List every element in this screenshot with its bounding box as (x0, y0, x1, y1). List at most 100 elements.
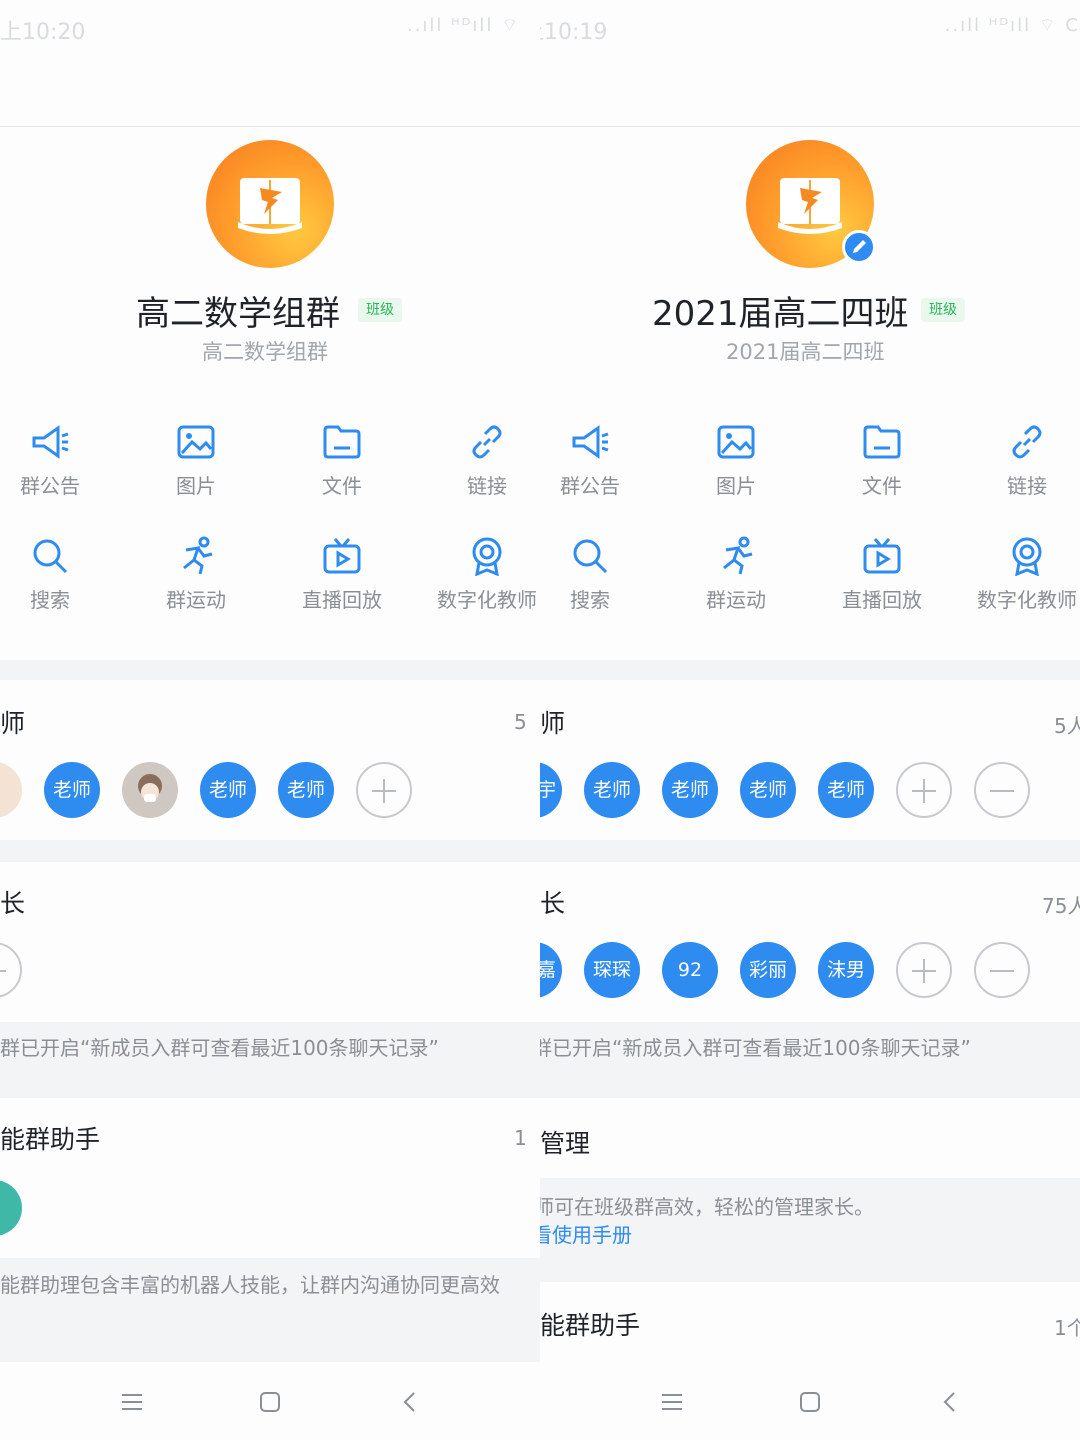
manage-section-title: 管理 (540, 1129, 591, 1158)
medal-icon (472, 537, 502, 576)
tool-search[interactable]: 搜索 (0, 536, 110, 613)
signal-icons: ..ıll ᴴᴰıll ⌔ C (944, 15, 1080, 36)
tool-label: 数字化教师 (437, 588, 537, 612)
member-avatar[interactable]: 老师 (740, 762, 796, 818)
home-icon[interactable] (792, 1384, 828, 1420)
manage-description: 师可在班级群高效，轻松的管理家长。 (540, 1195, 874, 1219)
tool-label: 文件 (862, 474, 902, 498)
assistant-count: 1 (514, 1126, 527, 1150)
tool-announcement[interactable]: 群公告 (0, 422, 110, 499)
parent-section (0, 862, 540, 1022)
tool-live-replay[interactable]: 直播回放 (282, 536, 402, 613)
group-settings-panel-left: 上10:20 ..ıll ᴴᴰıll ⌔ 高二数学组群 班级 高二数学组群 群公… (0, 0, 540, 1440)
status-bar: 上10:20 ..ıll ᴴᴰıll ⌔ (0, 0, 540, 58)
assistant-section-title: 能群助手 (0, 1125, 101, 1154)
image-icon (717, 425, 755, 459)
folder-icon (863, 425, 901, 459)
tool-group-sport[interactable]: 群运动 (136, 536, 256, 613)
status-bar: 上10:19 ..ıll ᴴᴰıll ⌔ C (540, 0, 1080, 58)
parent-count: 75人 (1042, 894, 1080, 918)
title-bar (540, 58, 1080, 127)
add-member-button[interactable] (896, 762, 952, 818)
group-name: 高二数学组群 (136, 294, 340, 334)
menu-icon[interactable] (654, 1384, 690, 1420)
megaphone-icon (32, 425, 69, 459)
member-avatar[interactable]: 老师 (662, 762, 718, 818)
class-tag: 班级 (921, 298, 965, 322)
tool-files[interactable]: 文件 (822, 422, 942, 499)
add-member-button[interactable] (356, 762, 412, 818)
tv-play-icon (863, 538, 901, 574)
group-name: 2021届高二四班 (652, 294, 909, 334)
tool-group-sport[interactable]: 群运动 (676, 536, 796, 613)
tool-digital-teacher[interactable]: 数字化教师 (967, 536, 1080, 613)
remove-member-button[interactable] (974, 942, 1030, 998)
tool-label: 图片 (176, 474, 216, 498)
title-bar (0, 58, 540, 127)
manage-section (540, 1098, 1080, 1178)
member-avatar-photo[interactable] (122, 762, 178, 818)
member-avatar[interactable]: 沫男 (818, 942, 874, 998)
pencil-icon (853, 240, 866, 253)
link-icon (1012, 425, 1042, 459)
group-subtitle: 2021届高二四班 (726, 340, 885, 364)
group-avatar[interactable] (206, 140, 334, 268)
teacher-section-title: 师 (540, 709, 566, 738)
edit-avatar-button[interactable] (842, 230, 876, 264)
medal-icon (1012, 537, 1042, 576)
megaphone-icon (572, 425, 609, 459)
tool-label: 搜索 (30, 588, 70, 612)
signal-icons: ..ıll ᴴᴰıll ⌔ (406, 15, 520, 36)
group-avatar[interactable] (746, 140, 876, 268)
manual-link[interactable]: 看使用手册 (540, 1220, 1080, 1250)
tool-files[interactable]: 文件 (282, 422, 402, 499)
remove-member-button[interactable] (974, 762, 1030, 818)
member-avatar[interactable]: 彩丽 (740, 942, 796, 998)
tool-label: 群运动 (166, 588, 226, 612)
assistant-section-title: 能群助手 (540, 1311, 641, 1340)
tool-label: 数字化教师 (977, 588, 1077, 612)
tool-live-replay[interactable]: 直播回放 (822, 536, 942, 613)
person-photo-icon (138, 774, 162, 802)
tool-digital-teacher[interactable]: 数字化教师 (427, 536, 540, 613)
tool-images[interactable]: 图片 (676, 422, 796, 499)
tool-announcement[interactable]: 群公告 (540, 422, 650, 499)
member-avatar[interactable]: 老师 (278, 762, 334, 818)
tool-label: 搜索 (570, 588, 610, 612)
tool-label: 链接 (1007, 474, 1047, 498)
search-icon (33, 539, 68, 574)
member-avatar[interactable]: 琛琛 (584, 942, 640, 998)
menu-icon[interactable] (114, 1384, 150, 1420)
tool-images[interactable]: 图片 (136, 422, 256, 499)
back-icon[interactable] (392, 1384, 428, 1420)
teacher-count: 5 (514, 710, 527, 734)
back-icon[interactable] (932, 1384, 968, 1420)
folder-icon (323, 425, 361, 459)
tool-links[interactable]: 链接 (967, 422, 1080, 499)
parent-section-title: 长 (0, 889, 26, 918)
group-subtitle: 高二数学组群 (202, 340, 328, 364)
tool-label: 群公告 (560, 474, 620, 498)
member-avatar[interactable]: 92 (662, 942, 718, 998)
group-settings-panel-right: 上10:19 ..ıll ᴴᴰıll ⌔ C 2021届高二四班 班级 2021… (540, 0, 1080, 1440)
home-icon[interactable] (252, 1384, 288, 1420)
tool-label: 直播回放 (302, 588, 382, 612)
history-notice: 群已开启“新成员入群可查看最近100条聊天记录” (0, 1022, 540, 1098)
teacher-section-title: 师 (0, 709, 26, 738)
tool-label: 图片 (716, 474, 756, 498)
book-icon (778, 178, 842, 234)
member-avatar[interactable]: 老师 (44, 762, 100, 818)
tool-label: 链接 (467, 474, 507, 498)
member-avatar[interactable]: 老师 (584, 762, 640, 818)
member-avatar[interactable]: 老师 (200, 762, 256, 818)
running-icon (723, 536, 753, 575)
tool-search[interactable]: 搜索 (540, 536, 650, 613)
assistant-count: 1个 (1054, 1316, 1080, 1340)
member-avatar[interactable]: 老师 (818, 762, 874, 818)
image-icon (177, 425, 215, 459)
teacher-count: 5人 (1054, 714, 1080, 738)
tool-links[interactable]: 链接 (427, 422, 540, 499)
link-icon (472, 425, 502, 459)
add-member-button[interactable] (896, 942, 952, 998)
search-icon (573, 539, 608, 574)
